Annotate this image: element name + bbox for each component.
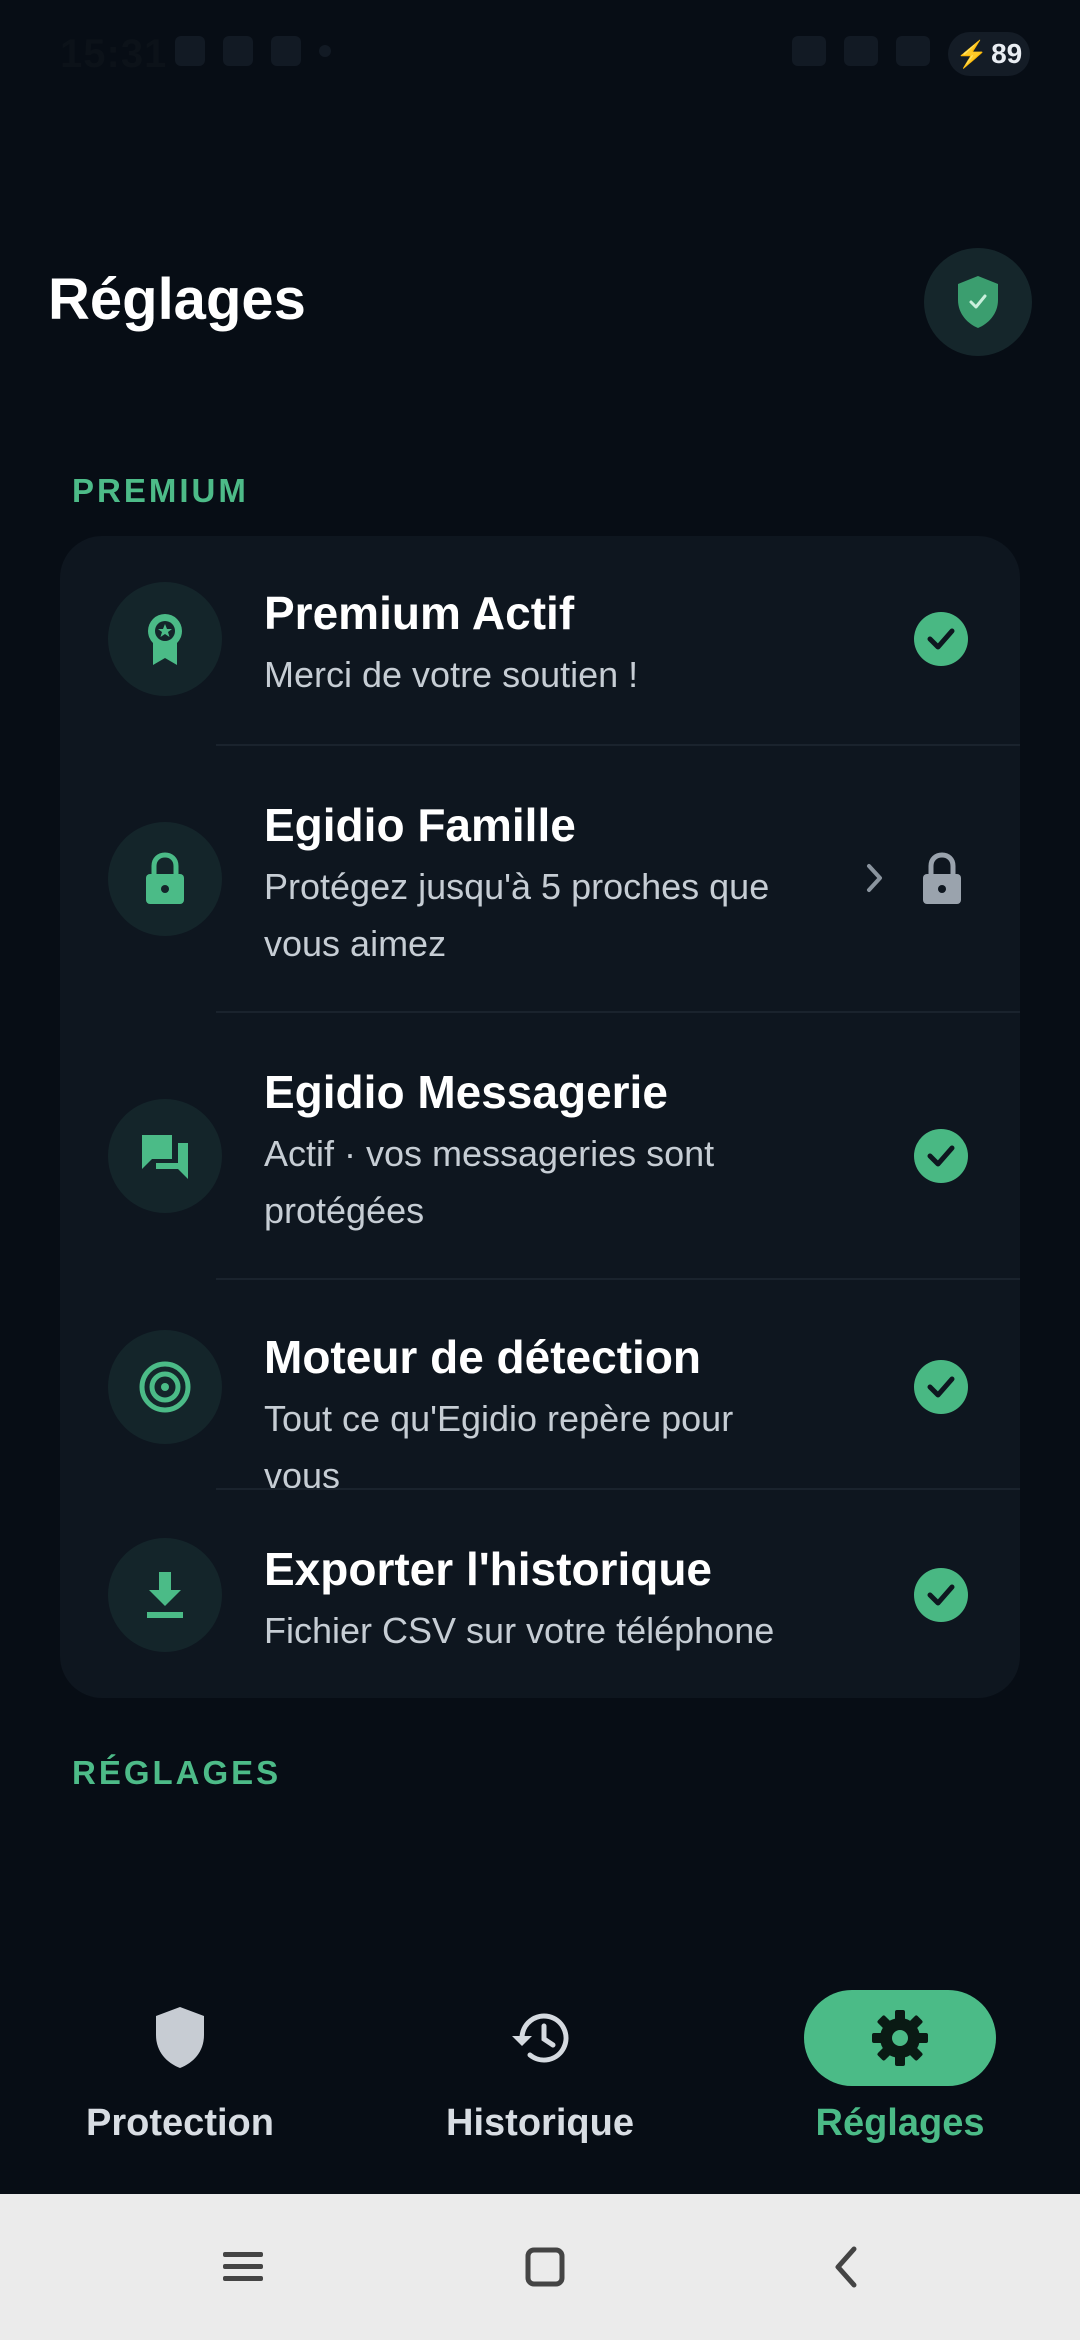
premium-card: Premium Actif Merci de votre soutien ! E… <box>60 536 1020 1698</box>
item-title: Premium Actif <box>264 587 575 639</box>
home-button[interactable] <box>510 2232 580 2302</box>
item-subtitle: Fichier CSV sur votre téléphone <box>264 1610 775 1651</box>
check-icon <box>914 1360 968 1414</box>
history-icon <box>512 2013 569 2063</box>
check-icon <box>914 1568 968 1622</box>
section-label-premium: PREMIUM <box>72 472 249 509</box>
status-icons-left <box>175 36 331 66</box>
item-subtitle: Merci de votre soutien ! <box>264 654 639 695</box>
battery-indicator: ⚡ 89 <box>948 32 1030 76</box>
bottom-navigation: Protection Historique Réglages <box>0 1960 1080 2195</box>
nav-label: Réglages <box>815 2102 985 2144</box>
nav-item-protection[interactable]: Protection <box>0 1960 360 2195</box>
download-icon-container <box>108 1538 222 1652</box>
nav-pill <box>84 1990 276 2086</box>
chat-icon <box>142 1135 188 1179</box>
recents-button[interactable] <box>208 2232 278 2302</box>
nav-label: Historique <box>446 2102 634 2144</box>
status-icons-right <box>792 36 930 66</box>
list-item-exporter-historique[interactable]: Exporter l'historique Fichier CSV sur vo… <box>60 1490 1020 1698</box>
home-square-icon <box>525 2247 565 2287</box>
nav-item-reglages[interactable]: Réglages <box>720 1960 1080 2195</box>
item-title: Exporter l'historique <box>264 1543 713 1595</box>
list-item-premium-actif[interactable]: Premium Actif Merci de votre soutien ! <box>60 536 1020 744</box>
nav-pill <box>444 1990 636 2086</box>
item-subtitle: Protégez jusqu'à 5 proches que vous aime… <box>264 866 770 964</box>
award-icon-container <box>108 582 222 696</box>
nav-item-historique[interactable]: Historique <box>360 1960 720 2195</box>
check-icon <box>914 612 968 666</box>
item-title: Egidio Famille <box>264 799 576 851</box>
chat-icon-container <box>108 1099 222 1213</box>
menu-icon <box>223 2252 263 2281</box>
lock-icon-container <box>108 822 222 936</box>
nav-label: Protection <box>86 2102 274 2144</box>
target-icon <box>139 1361 191 1413</box>
list-item-egidio-famille[interactable]: Egidio Famille Protégez jusqu'à 5 proche… <box>60 746 1020 1011</box>
list-item-moteur-detection[interactable]: Moteur de détection Tout ce qu'Egidio re… <box>60 1280 1020 1496</box>
award-icon <box>148 614 182 665</box>
section-label-settings: RÉGLAGES <box>72 1754 282 1791</box>
shield-check-icon <box>958 276 998 328</box>
chevron-right-icon <box>867 864 882 892</box>
back-button[interactable] <box>812 2232 882 2302</box>
nav-pill-active <box>804 1990 996 2086</box>
status-bar: 15:31 ⚡ 89 <box>0 0 1080 110</box>
page-title: Réglages <box>48 267 306 332</box>
charging-icon: ⚡ <box>955 38 989 69</box>
target-icon-container <box>108 1330 222 1444</box>
download-icon <box>147 1572 183 1618</box>
list-item-egidio-messagerie[interactable]: Egidio Messagerie Actif · vos messagerie… <box>60 1013 1020 1278</box>
shield-status-button[interactable] <box>924 248 1032 356</box>
system-navigation-bar <box>0 2194 1080 2340</box>
lock-icon <box>146 852 184 904</box>
item-subtitle: Tout ce qu'Egidio repère pour vous <box>264 1398 734 1496</box>
item-subtitle: Actif · vos messageries sont protégées <box>264 1133 715 1231</box>
battery-level: 89 <box>991 38 1023 69</box>
back-chevron-icon <box>835 2246 857 2288</box>
check-icon <box>914 1129 968 1183</box>
gear-icon <box>872 2010 928 2066</box>
item-title: Egidio Messagerie <box>264 1066 668 1118</box>
status-time: 15:31 <box>60 32 168 76</box>
item-title: Moteur de détection <box>264 1331 702 1383</box>
shield-icon <box>156 2007 204 2068</box>
lock-icon <box>923 852 961 904</box>
